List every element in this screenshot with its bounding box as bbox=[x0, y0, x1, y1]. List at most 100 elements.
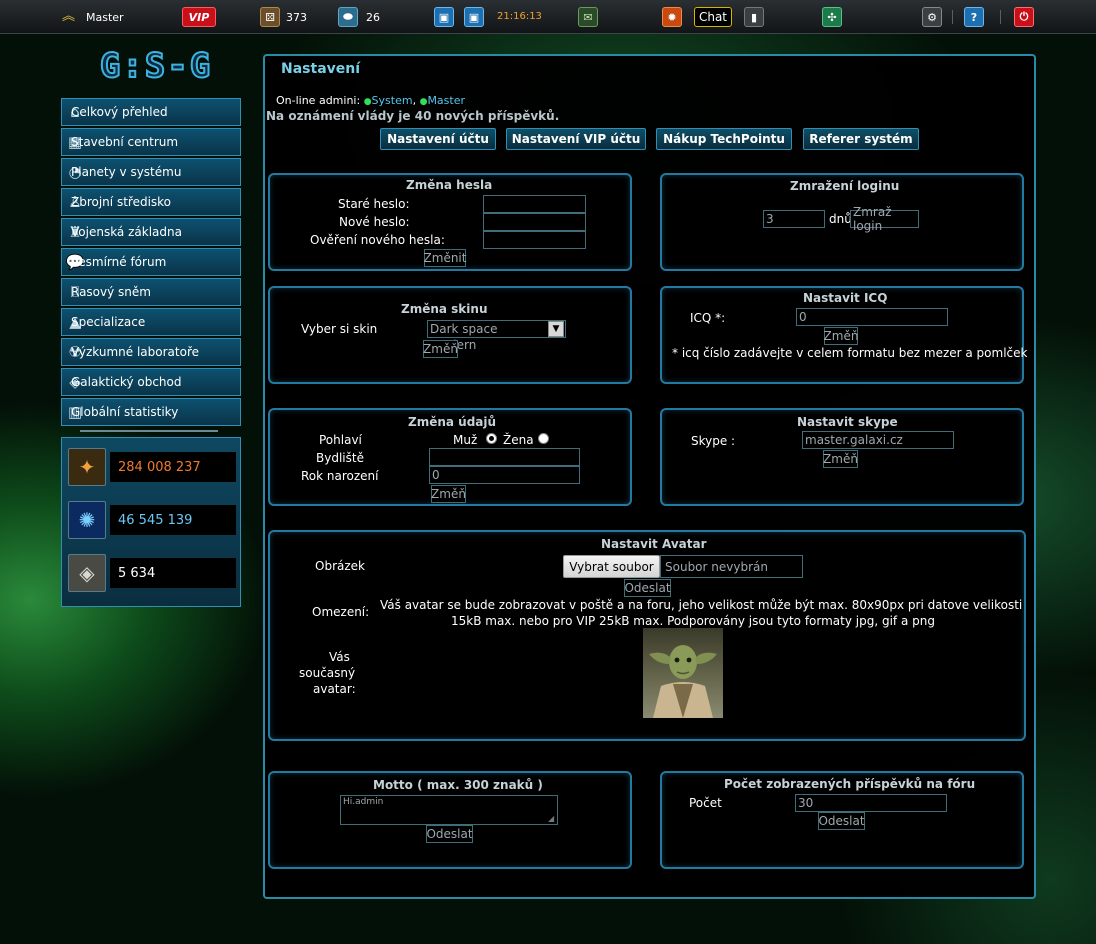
resource-row: ✺ 46 545 139 bbox=[68, 501, 236, 539]
sidebar-item[interactable]: Specializace ▲ bbox=[61, 308, 241, 336]
avatar-image-label: Obrázek bbox=[315, 559, 365, 573]
current-avatar-label-3: avatar: bbox=[313, 682, 356, 696]
logo[interactable]: G:S-G bbox=[80, 47, 232, 85]
sidebar-item[interactable]: Zbrojní středisko ♙ bbox=[61, 188, 241, 216]
change-skin-button[interactable]: Změň bbox=[423, 340, 458, 358]
sidebar-item-label: Globální statistiky bbox=[71, 405, 179, 419]
ore-rock-icon: ◈ bbox=[68, 554, 106, 592]
sidebar-item[interactable]: Vesmírné fórum 💬 bbox=[61, 248, 241, 276]
skype-label: Skype : bbox=[691, 434, 736, 448]
menu-divider bbox=[80, 430, 218, 432]
avatar-title: Nastavit Avatar bbox=[601, 537, 707, 551]
old-password-label: Staré heslo: bbox=[338, 197, 410, 211]
sidebar-item-label: Rasový sněm bbox=[71, 285, 151, 299]
choose-file-button[interactable]: Vybrat soubor bbox=[563, 555, 660, 578]
sidebar-item[interactable]: Stavební centrum ▦ bbox=[61, 128, 241, 156]
gender-male-label: Muž bbox=[453, 433, 478, 447]
freeze-login-title: Zmražení loginu bbox=[790, 179, 900, 193]
tab-techpoint-purchase[interactable]: Nákup TechPointu bbox=[656, 128, 792, 150]
icq-note: * icq číslo zadávejte v celem formatu be… bbox=[672, 346, 1028, 360]
change-skype-button[interactable]: Změň bbox=[823, 450, 858, 468]
chevron-down-icon[interactable]: ▼ bbox=[548, 321, 564, 337]
admin-link-master[interactable]: Master bbox=[427, 94, 465, 107]
sidebar-item[interactable]: Vojenská základna ♜ bbox=[61, 218, 241, 246]
help-button[interactable]: ? bbox=[964, 7, 984, 27]
admin-link-system[interactable]: System bbox=[372, 94, 413, 107]
resize-handle-icon[interactable]: ◢ bbox=[548, 815, 554, 823]
resource-row: ✦ 284 008 237 bbox=[68, 448, 236, 486]
skin-select[interactable]: Dark space modern bbox=[427, 320, 566, 352]
current-avatar-label-1: Vás bbox=[329, 650, 350, 664]
gender-label: Pohlaví bbox=[319, 433, 362, 447]
tab-vip-settings[interactable]: Nastavení VIP účtu bbox=[506, 128, 646, 150]
file-name-display: Soubor nevybrán bbox=[660, 555, 803, 578]
dice-icon[interactable]: ⚄ bbox=[260, 7, 280, 27]
stat-dice-value: 373 bbox=[286, 11, 307, 24]
new-password-label: Nové heslo: bbox=[339, 215, 410, 229]
details-title: Změna údajů bbox=[408, 415, 497, 429]
chat-button[interactable]: Chat bbox=[694, 7, 732, 27]
icq-input[interactable]: 0 bbox=[796, 308, 948, 326]
resource-value-3: 5 634 bbox=[110, 558, 236, 588]
motto-textarea[interactable]: Hi.admin bbox=[340, 795, 558, 825]
skin-title: Změna skinu bbox=[401, 302, 488, 316]
settings-icon[interactable]: ⚙ bbox=[922, 7, 942, 27]
save-icon-2[interactable]: ▣ bbox=[464, 7, 484, 27]
forum-posts-label: Počet bbox=[689, 796, 722, 810]
ship-icon[interactable]: ⬬ bbox=[338, 7, 358, 27]
page-title: Nastavení bbox=[281, 61, 361, 77]
resources-panel: ✦ 284 008 237 ✺ 46 545 139 ◈ 5 634 bbox=[61, 437, 241, 607]
save-motto-button[interactable]: Odeslat bbox=[426, 825, 473, 843]
confirm-password-input[interactable] bbox=[483, 231, 586, 249]
mail-icon[interactable]: ✉ bbox=[578, 7, 598, 27]
sidebar-item[interactable]: Planety v systému ◔ bbox=[61, 158, 241, 186]
sidebar-item-label: Výzkumné laboratoře bbox=[71, 345, 199, 359]
tab-referer-system[interactable]: Referer systém bbox=[803, 128, 919, 150]
change-details-button[interactable]: Změň bbox=[431, 485, 466, 503]
password-title: Změna hesla bbox=[406, 178, 493, 192]
skype-input[interactable]: master.galaxi.cz bbox=[802, 431, 954, 449]
new-password-input[interactable] bbox=[483, 213, 586, 231]
fire-icon[interactable]: ✹ bbox=[662, 7, 682, 27]
old-password-input[interactable] bbox=[483, 195, 586, 213]
upload-avatar-button[interactable]: Odeslat bbox=[624, 579, 671, 597]
save-forum-posts-button[interactable]: Odeslat bbox=[818, 812, 865, 830]
change-icq-button[interactable]: Změň bbox=[824, 327, 858, 345]
toolbar-separator bbox=[952, 10, 953, 24]
confirm-password-label: Ověření nového hesla: bbox=[310, 233, 445, 247]
online-admins-label: On-line admini: bbox=[276, 94, 361, 107]
gender-male-radio[interactable] bbox=[486, 433, 497, 444]
freeze-days-unit: dnů bbox=[829, 212, 852, 226]
power-icon[interactable]: ⏻ bbox=[1014, 7, 1034, 27]
sidebar-item[interactable]: Výzkumné laboratoře ☢ bbox=[61, 338, 241, 366]
residence-input[interactable] bbox=[429, 448, 580, 466]
current-avatar-label-2: současný bbox=[299, 666, 356, 680]
sidebar-item[interactable]: Celkový přehled ⌂ bbox=[61, 98, 241, 126]
government-notice[interactable]: Na oznámení vlády je 40 nových příspěvků… bbox=[266, 109, 559, 123]
sidebar-item[interactable]: Globální statistiky ▥ bbox=[61, 398, 241, 426]
tab-account-settings[interactable]: Nastavení účtu bbox=[380, 128, 496, 150]
forum-posts-input[interactable]: 30 bbox=[795, 794, 947, 812]
sidebar-item-label: Vesmírné fórum bbox=[71, 255, 167, 269]
rank-chevron-icon: ︽ bbox=[62, 9, 76, 24]
username[interactable]: Master bbox=[86, 11, 124, 24]
sidebar-item[interactable]: Galaktický obchod ◈ bbox=[61, 368, 241, 396]
freeze-login-button[interactable]: Zmraž login bbox=[850, 205, 919, 233]
puzzle-icon[interactable]: ✣ bbox=[822, 7, 842, 27]
server-time: 21:16:13 bbox=[497, 11, 542, 22]
skin-label: Vyber si skin bbox=[301, 322, 378, 336]
gender-female-label: Žena bbox=[503, 433, 534, 447]
motto-title: Motto ( max. 300 znaků ) bbox=[373, 778, 543, 792]
gender-female-radio[interactable] bbox=[538, 433, 549, 444]
stats-icon[interactable]: ▮ bbox=[744, 7, 764, 27]
birth-year-input[interactable]: 0 bbox=[429, 466, 580, 484]
freeze-days-input[interactable]: 3 bbox=[763, 210, 825, 228]
save-icon-1[interactable]: ▣ bbox=[434, 7, 454, 27]
resource-row: ◈ 5 634 bbox=[68, 554, 236, 592]
vip-badge[interactable]: VIP bbox=[182, 7, 216, 27]
icq-label: ICQ *: bbox=[690, 311, 726, 325]
change-password-button[interactable]: Změnit bbox=[424, 249, 466, 267]
sidebar-item[interactable]: Rasový sněm ⌸ bbox=[61, 278, 241, 306]
forum-posts-title: Počet zobrazených příspěvků na fóru bbox=[724, 777, 976, 791]
avatar-limit-text-2: 15kB max. nebo pro VIP 25kB max. Podporo… bbox=[451, 614, 935, 628]
